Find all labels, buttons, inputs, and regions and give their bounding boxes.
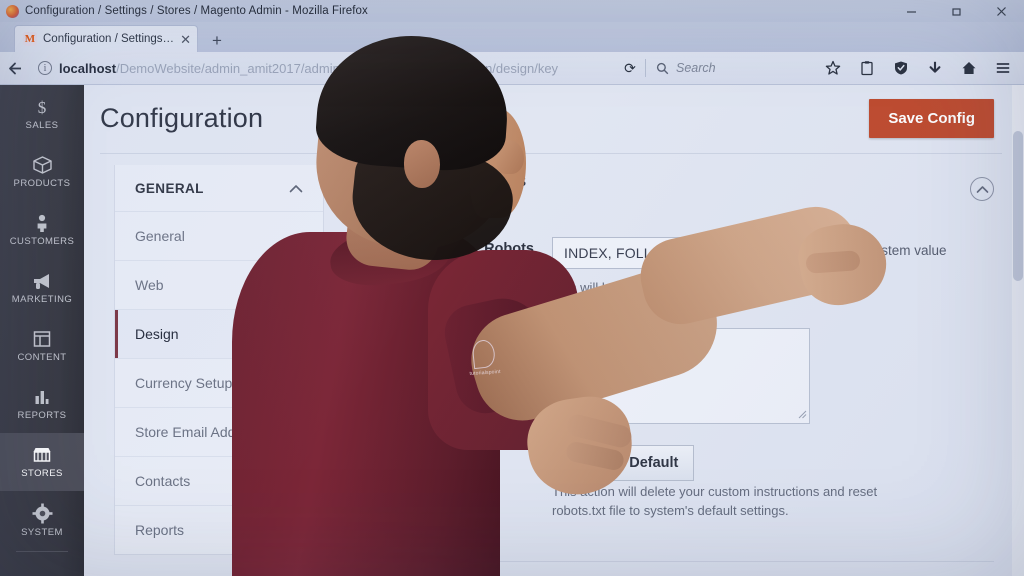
magento-admin-page: $ SALES PRODUCTS CUSTOMERS MARKETING CON… <box>0 85 1024 576</box>
config-nav-item-contacts[interactable]: Contacts <box>115 456 323 505</box>
reader-list-icon[interactable] <box>850 52 884 85</box>
sidebar-label-reports: REPORTS <box>17 410 67 421</box>
sidebar-label-system: SYSTEM <box>21 526 63 538</box>
sidebar-item-marketing[interactable]: MARKETING <box>0 259 84 317</box>
sidebar-item-customers[interactable]: CUSTOMERS <box>0 201 84 259</box>
browser-tab[interactable]: M Configuration / Settings / ... ✕ <box>14 25 198 52</box>
sidebar-item-content[interactable]: CONTENT <box>0 317 84 375</box>
sidebar-label-products: PRODUCTS <box>13 178 71 189</box>
chevron-down-icon[interactable] <box>768 238 801 268</box>
url-text: localhost/DemoWebsite/admin_amit2017/adm… <box>59 61 558 76</box>
sidebar-item-reports[interactable]: REPORTS <box>0 375 84 433</box>
chevron-up-circle-icon[interactable] <box>970 177 994 201</box>
url-host: localhost <box>59 60 117 76</box>
chevron-up-icon[interactable] <box>289 182 303 196</box>
url-path: /DemoWebsite/admin_amit2017/admin/system… <box>116 60 559 76</box>
robots-control: INDEX, FOLLOW Use system value This will… <box>552 237 972 316</box>
tab-title: Configuration / Settings / ... <box>43 33 175 45</box>
sidebar-label-stores: STORES <box>21 468 63 479</box>
sidebar-divider <box>16 551 68 552</box>
search-placeholder: Search <box>676 61 716 75</box>
page-info-icon[interactable]: i <box>38 61 52 75</box>
config-nav-group-label: GENERAL <box>135 181 204 196</box>
sidebar-label-sales: SALES <box>25 120 59 131</box>
menu-hamburger-icon[interactable] <box>986 52 1020 85</box>
use-system-value-checkbox[interactable] <box>820 244 833 257</box>
config-nav-item-currency-setup[interactable]: Currency Setup <box>115 358 323 407</box>
marketing-megaphone-icon <box>31 271 53 291</box>
content-layout-icon <box>32 329 52 349</box>
home-icon[interactable] <box>952 52 986 85</box>
resize-grip-icon[interactable] <box>798 410 807 421</box>
tab-strip: M Configuration / Settings / ... ✕ + <box>0 22 1024 52</box>
sidebar-item-stores[interactable]: STORES <box>0 433 84 491</box>
robots-label-wrap: Robots [store view] <box>356 241 534 273</box>
search-icon <box>656 62 669 74</box>
robots-textarea[interactable] <box>552 328 810 424</box>
save-config-button[interactable]: Save Config <box>869 99 994 138</box>
vertical-scrollbar[interactable] <box>1012 85 1024 576</box>
config-nav-item-design[interactable]: Design <box>115 309 323 358</box>
svg-text:$: $ <box>38 98 47 117</box>
close-tab-icon[interactable]: ✕ <box>180 33 191 46</box>
page-title: Configuration <box>100 103 264 133</box>
browser-titlebar: Configuration / Settings / Stores / Mage… <box>0 0 1024 22</box>
reset-to-default-button[interactable]: Reset to Default <box>552 445 695 481</box>
admin-content: Configuration Save Config GENERAL Genera… <box>84 85 1024 576</box>
bookmark-star-icon[interactable] <box>816 52 850 85</box>
new-tab-button[interactable]: + <box>212 32 222 52</box>
screen-capture: Configuration / Settings / Stores / Mage… <box>0 0 1024 576</box>
config-nav-item-general[interactable]: General <box>115 211 323 260</box>
sidebar-item-extensions[interactable] <box>0 554 84 576</box>
reset-help-text: This action will delete your custom inst… <box>552 484 878 518</box>
shield-icon[interactable] <box>884 52 918 85</box>
browser-toolbar-icons <box>816 52 1024 85</box>
products-box-icon <box>32 155 53 175</box>
config-nav-panel: GENERAL General Web Design Currency Setu… <box>114 165 324 555</box>
config-nav-group-header[interactable]: GENERAL <box>115 165 323 211</box>
robots-scope-label: [store view] <box>470 259 534 273</box>
customers-person-icon <box>32 213 52 233</box>
config-nav-item-web[interactable]: Web <box>115 260 323 309</box>
config-nav-item-reports[interactable]: Reports <box>115 505 323 554</box>
content-bottom-divider <box>356 561 994 562</box>
reload-icon[interactable]: ⟳ <box>615 60 645 77</box>
stores-shop-icon <box>31 445 53 465</box>
minimize-icon[interactable] <box>889 0 934 22</box>
scrollbar-thumb[interactable] <box>1013 131 1023 281</box>
close-icon[interactable] <box>979 0 1024 22</box>
sidebar-item-sales[interactable]: $ SALES <box>0 85 84 143</box>
window-controls <box>889 0 1024 22</box>
firefox-logo-icon <box>6 4 19 18</box>
sidebar-item-system[interactable]: SYSTEM <box>0 491 84 549</box>
use-system-value-label: Use system value <box>840 243 947 258</box>
back-arrow-icon[interactable] <box>0 52 30 85</box>
sales-dollar-icon: $ <box>32 97 52 117</box>
content-top-divider <box>100 153 1002 154</box>
downloads-icon[interactable] <box>918 52 952 85</box>
reports-bars-icon <box>32 387 52 407</box>
sidebar-label-content: CONTENT <box>17 352 67 363</box>
magento-favicon: M <box>23 32 37 46</box>
admin-sidebar-rail: $ SALES PRODUCTS CUSTOMERS MARKETING CON… <box>0 85 84 576</box>
sidebar-label-customers: CUSTOMERS <box>9 236 75 247</box>
section-heading: Search Engine Robots <box>356 171 527 190</box>
config-nav-item-store-email-addresses[interactable]: Store Email Addresses <box>115 407 323 456</box>
robots-select-value: INDEX, FOLLOW <box>564 245 677 261</box>
system-gear-icon <box>32 503 53 524</box>
robots-help-text: This will be included before head closin… <box>552 280 821 314</box>
robots-select[interactable]: INDEX, FOLLOW <box>552 237 802 269</box>
sidebar-label-marketing: MARKETING <box>11 294 73 305</box>
browser-navbar: i localhost/DemoWebsite/admin_amit2017/a… <box>0 52 1024 85</box>
search-bar[interactable]: Search <box>646 61 816 75</box>
use-system-value-checkbox-wrap[interactable]: Use system value <box>820 243 947 258</box>
restore-icon[interactable] <box>934 0 979 22</box>
robots-label: Robots <box>484 241 534 257</box>
url-bar[interactable]: i localhost/DemoWebsite/admin_amit2017/a… <box>30 56 611 80</box>
sidebar-item-products[interactable]: PRODUCTS <box>0 143 84 201</box>
window-title: Configuration / Settings / Stores / Mage… <box>25 5 368 17</box>
